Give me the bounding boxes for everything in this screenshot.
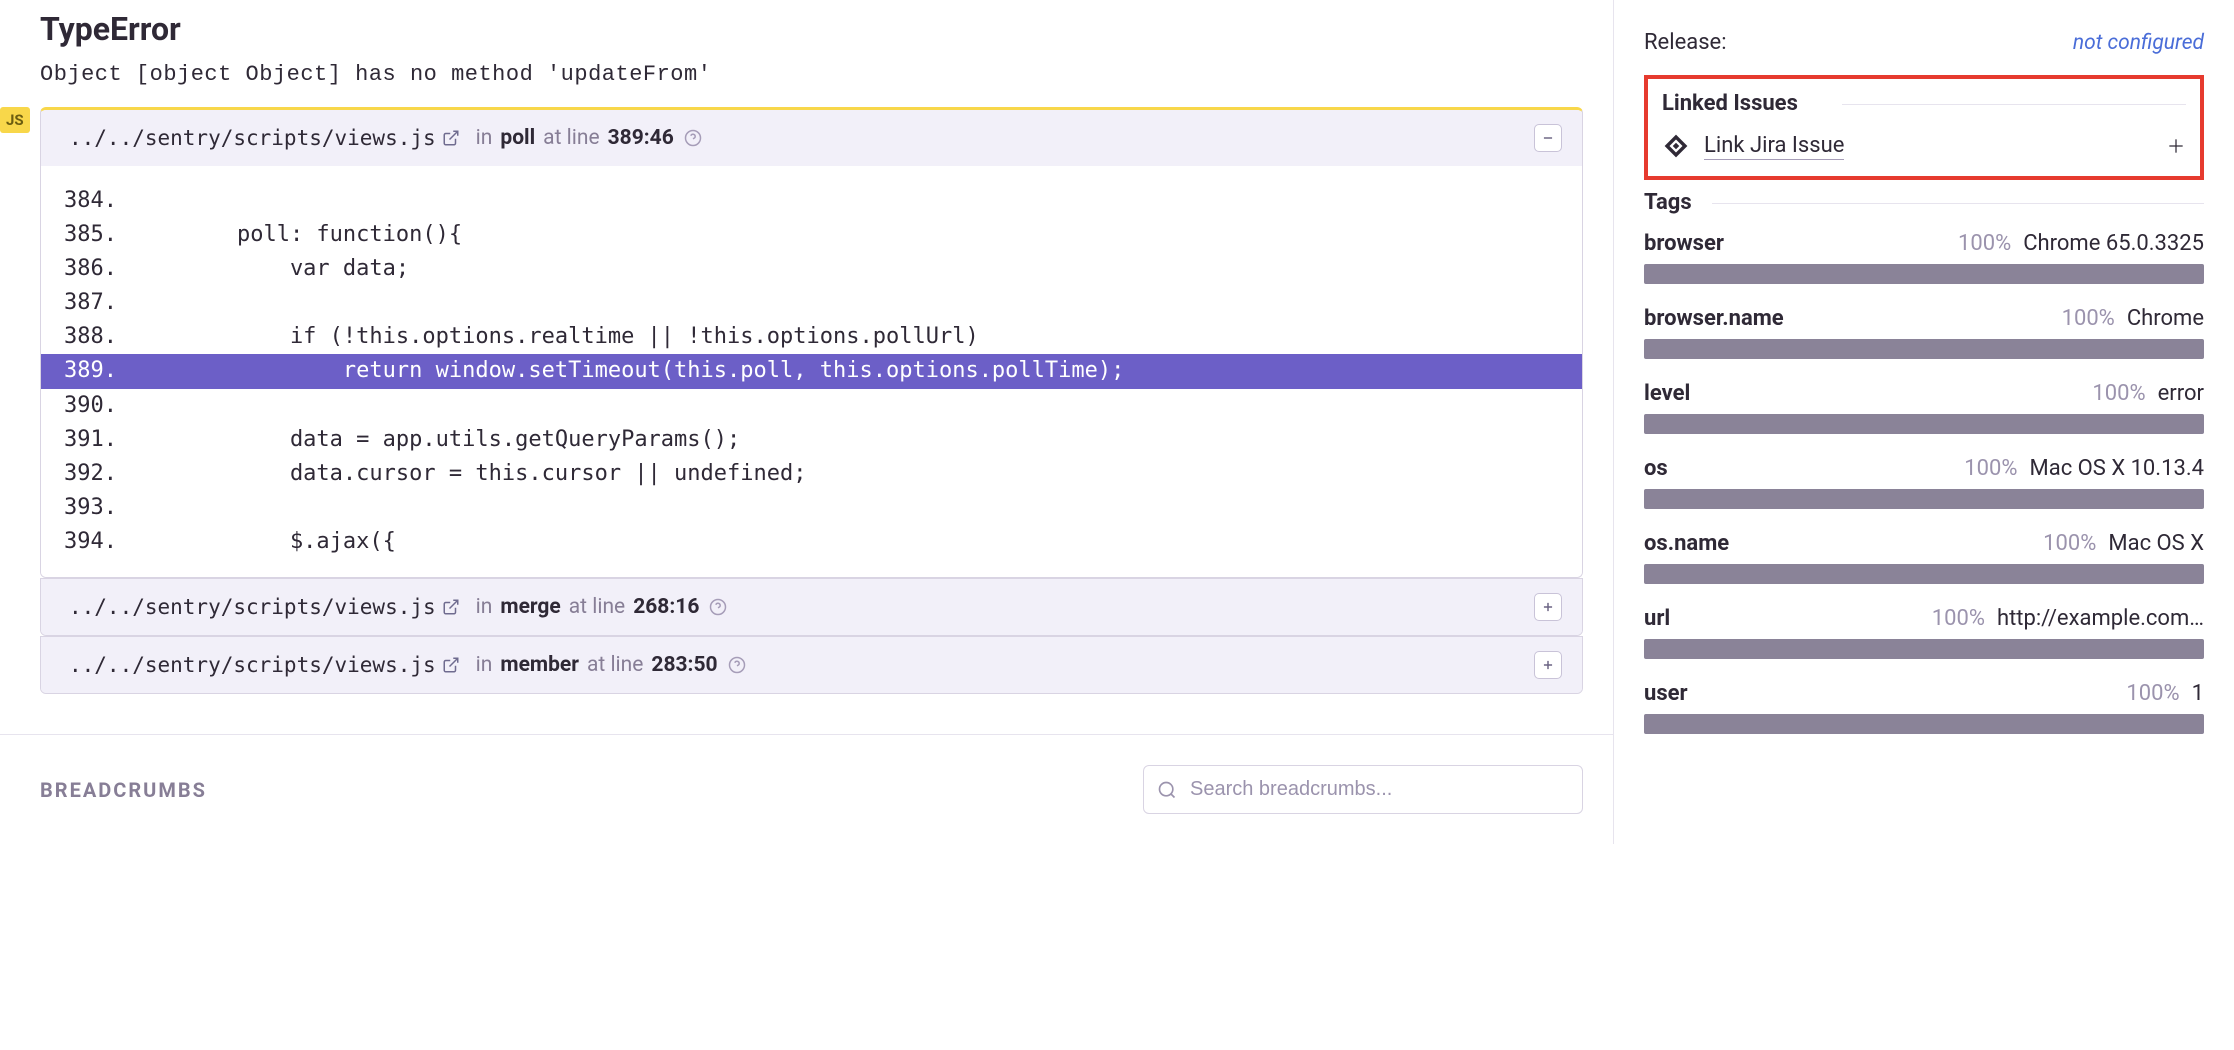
frame-function: merge	[500, 595, 560, 619]
frame-function: poll	[500, 126, 535, 150]
help-icon[interactable]	[728, 656, 746, 674]
stack-frames: JS ../../sentry/scripts/views.js in poll…	[0, 107, 1613, 694]
code-line: 392 data.cursor = this.cursor || undefin…	[41, 457, 1582, 491]
collapse-button[interactable]	[1534, 124, 1562, 152]
tag-row[interactable]: level 100% error	[1644, 381, 2204, 434]
tag-percent: 100%	[1958, 231, 2011, 256]
code-line: 386 var data;	[41, 252, 1582, 286]
tag-value: http://example.com…	[1997, 606, 2204, 631]
frame-path: ../../sentry/scripts/views.js	[69, 653, 436, 677]
tag-key: os	[1644, 456, 1668, 481]
tag-percent: 100%	[1964, 456, 2017, 481]
tag-row[interactable]: os.name 100% Mac OS X	[1644, 531, 2204, 584]
stack-frame: ../../sentry/scripts/views.js in member …	[40, 636, 1583, 694]
tag-bar	[1644, 339, 2204, 359]
tag-row[interactable]: os 100% Mac OS X 10.13.4	[1644, 456, 2204, 509]
code-line: 388 if (!this.options.realtime || !this.…	[41, 320, 1582, 354]
tag-value: Mac OS X	[2108, 531, 2204, 556]
at-line-label: at line	[587, 653, 643, 677]
frame-path: ../../sentry/scripts/views.js	[69, 595, 436, 619]
tag-value: Chrome	[2127, 306, 2204, 331]
in-label: in	[476, 126, 493, 150]
code-line: 387	[41, 286, 1582, 320]
tag-row[interactable]: user 100% 1	[1644, 681, 2204, 734]
tag-key: level	[1644, 381, 1690, 406]
external-link-icon[interactable]	[442, 598, 460, 616]
tag-value: Chrome 65.0.3325	[2023, 231, 2204, 256]
in-label: in	[476, 653, 493, 677]
tag-key: url	[1644, 606, 1670, 631]
code-line: 393	[41, 491, 1582, 525]
language-badge: JS	[0, 107, 30, 133]
tag-key: os.name	[1644, 531, 1729, 556]
stack-frame: ../../sentry/scripts/views.js in merge a…	[40, 578, 1583, 636]
tag-value: 1	[2192, 681, 2204, 706]
frame-header[interactable]: ../../sentry/scripts/views.js in poll at…	[41, 110, 1582, 166]
expand-button[interactable]	[1534, 593, 1562, 621]
at-line-label: at line	[569, 595, 625, 619]
tag-percent: 100%	[1932, 606, 1985, 631]
search-icon	[1157, 780, 1177, 800]
in-label: in	[476, 595, 493, 619]
linked-issues-title: Linked Issues	[1662, 91, 2186, 116]
tag-bar	[1644, 639, 2204, 659]
code-line: 385 poll: function(){	[41, 218, 1582, 252]
code-line: 391 data = app.utils.getQueryParams();	[41, 423, 1582, 457]
stack-frame: ../../sentry/scripts/views.js in poll at…	[40, 107, 1583, 578]
expand-button[interactable]	[1534, 651, 1562, 679]
tag-percent: 100%	[2062, 306, 2115, 331]
at-line-label: at line	[543, 126, 599, 150]
tag-bar	[1644, 714, 2204, 734]
external-link-icon[interactable]	[442, 129, 460, 147]
external-link-icon[interactable]	[442, 656, 460, 674]
jira-icon	[1662, 132, 1690, 160]
frame-line-col: 283:50	[651, 653, 717, 677]
tag-bar	[1644, 489, 2204, 509]
link-jira-row[interactable]: Link Jira Issue	[1662, 132, 2186, 160]
frame-function: member	[500, 653, 579, 677]
help-icon[interactable]	[709, 598, 727, 616]
tag-row[interactable]: url 100% http://example.com…	[1644, 606, 2204, 659]
breadcrumbs-search-input[interactable]	[1143, 765, 1583, 814]
release-label: Release:	[1644, 30, 1727, 55]
code-line-highlighted: 389 return window.setTimeout(this.poll, …	[41, 354, 1582, 388]
breadcrumbs-title: BREADCRUMBS	[40, 778, 207, 802]
tags-title: Tags	[1644, 190, 2204, 215]
tag-bar	[1644, 264, 2204, 284]
frame-line-col: 389:46	[608, 126, 674, 150]
tag-percent: 100%	[2126, 681, 2179, 706]
tag-key: user	[1644, 681, 1688, 706]
tag-bar	[1644, 414, 2204, 434]
error-title: TypeError	[40, 10, 1583, 48]
tag-row[interactable]: browser 100% Chrome 65.0.3325	[1644, 231, 2204, 284]
tag-key: browser.name	[1644, 306, 1784, 331]
tag-bar	[1644, 564, 2204, 584]
frame-header[interactable]: ../../sentry/scripts/views.js in member …	[41, 637, 1582, 693]
tag-key: browser	[1644, 231, 1724, 256]
code-line: 390	[41, 389, 1582, 423]
tag-value: error	[2158, 381, 2204, 406]
error-message: Object [object Object] has no method 'up…	[40, 62, 1583, 87]
frame-path: ../../sentry/scripts/views.js	[69, 126, 436, 150]
tag-row[interactable]: browser.name 100% Chrome	[1644, 306, 2204, 359]
tag-value: Mac OS X 10.13.4	[2030, 456, 2204, 481]
frame-header[interactable]: ../../sentry/scripts/views.js in merge a…	[41, 579, 1582, 635]
plus-icon[interactable]	[2166, 136, 2186, 156]
frame-code: 384 385 poll: function(){ 386 var data; …	[41, 166, 1582, 577]
code-line: 384	[41, 184, 1582, 218]
linked-issues-box: Linked Issues Link Jira Issue	[1644, 75, 2204, 180]
frame-line-col: 268:16	[633, 595, 699, 619]
tag-percent: 100%	[2092, 381, 2145, 406]
link-jira-label[interactable]: Link Jira Issue	[1704, 133, 1844, 160]
help-icon[interactable]	[684, 129, 702, 147]
code-line: 394 $.ajax({	[41, 525, 1582, 559]
tag-percent: 100%	[2043, 531, 2096, 556]
release-value[interactable]: not configured	[2073, 31, 2204, 55]
